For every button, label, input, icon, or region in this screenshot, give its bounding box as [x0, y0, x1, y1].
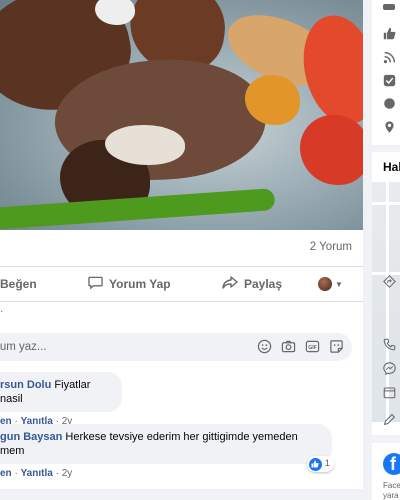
like-label: Beğen	[0, 277, 37, 291]
comment-author[interactable]: rsun Dolu	[0, 379, 51, 391]
comment-button[interactable]: Yorum Yap	[88, 268, 171, 300]
comment-author[interactable]: gun Baysan	[0, 431, 62, 443]
share-label: Paylaş	[244, 277, 283, 291]
post-photo[interactable]	[0, 0, 363, 230]
location-pin-icon[interactable]	[382, 120, 396, 134]
reaction-count: 1	[324, 458, 330, 469]
comments-count[interactable]: 2 Yorum	[310, 241, 352, 253]
post-actions: Beğen Yorum Yap Paylaş ▼	[0, 268, 363, 300]
gif-icon[interactable]: GIF	[304, 338, 320, 354]
page-info-card	[372, 0, 400, 145]
like-button[interactable]: Beğen	[0, 268, 37, 300]
chevron-down-icon: ▼	[335, 279, 343, 289]
comment-text-continued: mem	[0, 445, 25, 457]
promo-text: Face yara	[383, 481, 400, 500]
composer-tools: GIF	[256, 338, 344, 354]
camera-icon[interactable]	[280, 338, 296, 354]
comment-reply-link[interactable]: Yanıtla	[21, 468, 53, 479]
photo-area	[245, 75, 300, 125]
thumbs-up-icon	[308, 457, 322, 471]
check-in-icon[interactable]	[382, 73, 396, 87]
share-icon	[222, 275, 238, 293]
post-card: 2 Yorum Beğen Yorum Yap Paylaş ▼ · rum y…	[0, 0, 363, 489]
reaction-audience-selector[interactable]: ▼	[318, 268, 343, 300]
divider	[0, 266, 363, 267]
comment-item: rsun Dolu Fiyatlar nasil en · Yanıtla · …	[0, 372, 122, 427]
edit-pencil-icon[interactable]	[382, 412, 396, 426]
about-card: Hak	[372, 152, 400, 435]
promo-text-line: yara	[383, 491, 399, 500]
promo-text-line: Face	[383, 481, 400, 490]
calendar-icon[interactable]	[382, 385, 396, 399]
facebook-promo-card: f Face yara	[372, 443, 400, 500]
comment-label: Yorum Yap	[109, 277, 171, 291]
website-icon[interactable]	[382, 96, 396, 110]
facebook-logo-icon[interactable]: f	[383, 453, 400, 475]
about-title: Hak	[383, 160, 400, 174]
comment-meta: en · Yanıtla · 2y	[0, 468, 332, 479]
comment-like-link[interactable]: en	[0, 468, 12, 479]
comment-composer: GIF	[0, 333, 352, 361]
comment-text: Herkese tevsiye ederim her gittigimde ye…	[65, 431, 298, 443]
comment-icon	[88, 275, 103, 293]
post-stats: 2 Yorum	[0, 238, 363, 258]
comment-bubble: rsun Dolu Fiyatlar nasil	[0, 372, 122, 412]
photo-area	[300, 115, 363, 185]
comment-time[interactable]: 2y	[62, 468, 73, 479]
dot-marker: ·	[0, 306, 4, 317]
thumbs-up-icon[interactable]	[382, 26, 396, 40]
svg-text:GIF: GIF	[308, 344, 317, 350]
comment-item: gun Baysan Herkese tevsiye ederim her gi…	[0, 424, 334, 479]
followers-icon[interactable]	[382, 50, 396, 64]
phone-icon[interactable]	[382, 337, 396, 351]
share-button[interactable]: Paylaş	[222, 268, 282, 300]
info-icon	[382, 0, 396, 14]
comment-bubble: gun Baysan Herkese tevsiye ederim her gi…	[0, 424, 334, 472]
divider	[0, 301, 363, 302]
directions-icon[interactable]	[382, 274, 396, 288]
messenger-icon[interactable]	[382, 361, 396, 375]
photo-area	[295, 9, 363, 131]
sticker-icon[interactable]	[328, 338, 344, 354]
comment-input[interactable]	[0, 339, 206, 355]
emoji-icon[interactable]	[256, 338, 272, 354]
reaction-count-badge[interactable]: 1	[306, 456, 334, 472]
avatar	[318, 277, 332, 291]
